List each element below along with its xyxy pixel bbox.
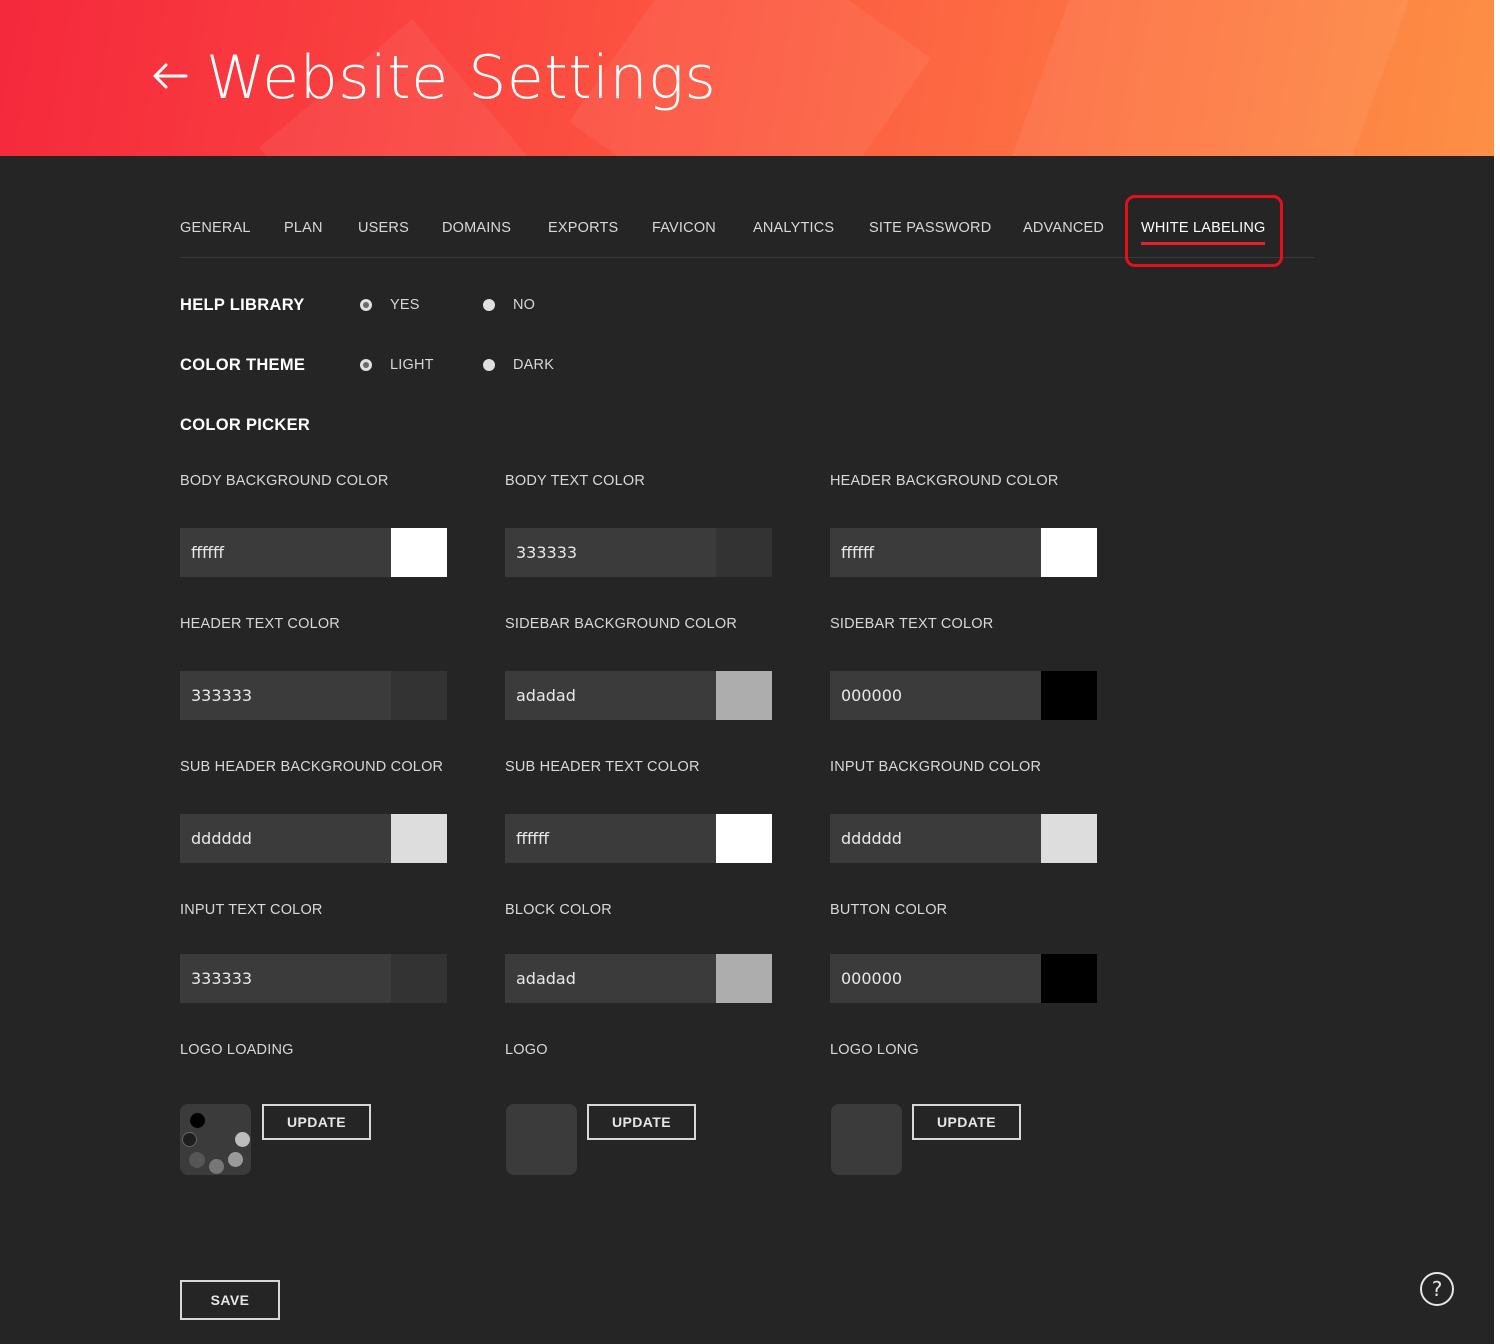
loading-spinner-dot <box>189 1152 205 1168</box>
sidebar-text-color-input[interactable] <box>830 671 1041 720</box>
sub-header-text-color-field <box>505 814 772 863</box>
body-background-color-label: BODY BACKGROUND COLOR <box>180 473 389 489</box>
color-theme-label: COLOR THEME <box>180 356 306 374</box>
header-background-color-label: HEADER BACKGROUND COLOR <box>830 473 1059 489</box>
button-color-swatch[interactable] <box>1041 954 1097 1003</box>
button-color-field <box>830 954 1097 1003</box>
block-color-swatch[interactable] <box>716 954 772 1003</box>
tab-plan[interactable]: PLAN <box>284 220 323 236</box>
sub-header-text-color-input[interactable] <box>505 814 716 863</box>
input-background-color-swatch[interactable] <box>1041 814 1097 863</box>
sidebar-background-color-input[interactable] <box>505 671 716 720</box>
tab-site-password[interactable]: SITE PASSWORD <box>869 220 991 236</box>
body-background-color-field <box>180 528 447 577</box>
input-text-color-field <box>180 954 447 1003</box>
update-logo-button[interactable]: UPDATE <box>587 1104 696 1140</box>
window-edge <box>1494 0 1500 1344</box>
page-title: Website Settings <box>206 43 717 113</box>
sidebar-background-color-label: SIDEBAR BACKGROUND COLOR <box>505 616 738 632</box>
logo-label: LOGO <box>505 1042 548 1058</box>
logo-long-thumbnail <box>831 1104 902 1175</box>
sub-header-background-color-swatch[interactable] <box>391 814 447 863</box>
tab-exports[interactable]: EXPORTS <box>548 220 618 236</box>
block-color-field <box>505 954 772 1003</box>
body-text-color-input[interactable] <box>505 528 716 577</box>
body-background-color-input[interactable] <box>180 528 391 577</box>
radio-unchecked-icon <box>483 359 495 371</box>
tab-advanced[interactable]: ADVANCED <box>1023 220 1104 236</box>
body-background-color-swatch[interactable] <box>391 528 447 577</box>
sidebar-text-color-field <box>830 671 1097 720</box>
input-text-color-label: INPUT TEXT COLOR <box>180 902 323 918</box>
loading-spinner-dot <box>235 1132 250 1147</box>
sub-header-background-color-label: SUB HEADER BACKGROUND COLOR <box>180 759 444 775</box>
active-tab-highlight <box>1125 195 1283 267</box>
logo-thumbnail <box>506 1104 577 1175</box>
body-text-color-field <box>505 528 772 577</box>
input-text-color-input[interactable] <box>180 954 391 1003</box>
loading-spinner-dot <box>209 1159 224 1174</box>
back-arrow-icon[interactable] <box>150 54 190 98</box>
header-text-color-label: HEADER TEXT COLOR <box>180 616 340 632</box>
sidebar-background-color-swatch[interactable] <box>716 671 772 720</box>
radio-checked-icon <box>360 359 372 371</box>
tab-general[interactable]: GENERAL <box>180 220 251 236</box>
block-color-input[interactable] <box>505 954 716 1003</box>
help-library-no-radio[interactable]: NO <box>483 297 535 313</box>
tab-favicon[interactable]: FAVICON <box>652 220 716 236</box>
header-background-color-field <box>830 528 1097 577</box>
color-theme-light-radio[interactable]: LIGHT <box>360 357 434 373</box>
sub-header-text-color-label: SUB HEADER TEXT COLOR <box>505 759 700 775</box>
sidebar-background-color-field <box>505 671 772 720</box>
radio-checked-icon <box>360 299 372 311</box>
radio-unchecked-icon <box>483 299 495 311</box>
update-logo-long-button[interactable]: UPDATE <box>912 1104 1021 1140</box>
tab-analytics[interactable]: ANALYTICS <box>753 220 834 236</box>
logo-long-label: LOGO LONG <box>830 1042 919 1058</box>
logo-loading-label: LOGO LOADING <box>180 1042 294 1058</box>
help-circle-icon[interactable]: ? <box>1420 1272 1454 1306</box>
update-logo-loading-button[interactable]: UPDATE <box>262 1104 371 1140</box>
header-background-color-input[interactable] <box>830 528 1041 577</box>
loading-spinner-dot <box>182 1132 197 1147</box>
input-background-color-field <box>830 814 1097 863</box>
help-library-label: HELP LIBRARY <box>180 296 305 314</box>
sidebar-text-color-swatch[interactable] <box>1041 671 1097 720</box>
sub-header-background-color-field <box>180 814 447 863</box>
body-text-color-label: BODY TEXT COLOR <box>505 473 645 489</box>
header-background-color-swatch[interactable] <box>1041 528 1097 577</box>
loading-spinner-dot <box>228 1152 243 1167</box>
sub-header-background-color-input[interactable] <box>180 814 391 863</box>
input-background-color-label: INPUT BACKGROUND COLOR <box>830 759 1042 775</box>
header-text-color-input[interactable] <box>180 671 391 720</box>
logo-loading-thumbnail <box>180 1104 251 1175</box>
color-theme-dark-radio[interactable]: DARK <box>483 357 554 373</box>
header-text-color-swatch[interactable] <box>391 671 447 720</box>
header-text-color-field <box>180 671 447 720</box>
sub-header-text-color-swatch[interactable] <box>716 814 772 863</box>
sidebar-text-color-label: SIDEBAR TEXT COLOR <box>830 616 994 632</box>
save-button[interactable]: SAVE <box>180 1280 280 1320</box>
button-color-label: BUTTON COLOR <box>830 902 948 918</box>
input-text-color-swatch[interactable] <box>391 954 447 1003</box>
body-text-color-swatch[interactable] <box>716 528 772 577</box>
tab-domains[interactable]: DOMAINS <box>442 220 511 236</box>
block-color-label: BLOCK COLOR <box>505 902 612 918</box>
loading-spinner-icon <box>190 1113 205 1128</box>
button-color-input[interactable] <box>830 954 1041 1003</box>
tab-users[interactable]: USERS <box>358 220 409 236</box>
color-picker-label: COLOR PICKER <box>180 416 311 434</box>
help-button-label: ? <box>1431 1277 1443 1301</box>
input-background-color-input[interactable] <box>830 814 1041 863</box>
help-library-yes-radio[interactable]: YES <box>360 297 420 313</box>
